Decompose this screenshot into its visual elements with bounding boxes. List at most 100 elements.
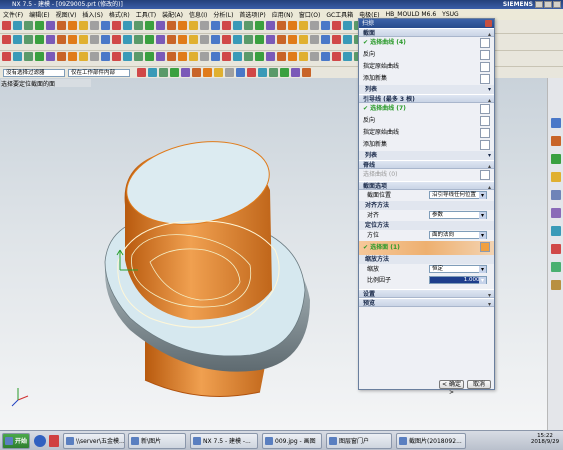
menu-item[interactable]: 装配(A) [162,10,183,19]
media-player-icon[interactable] [34,435,46,447]
section-options-header[interactable]: 截面选项 ▴ [359,181,494,191]
toolbar-tool-icon[interactable] [112,21,121,30]
menu-item[interactable]: 文件(F) [3,10,23,19]
cancel-button[interactable]: 取消 [467,380,491,389]
toolbar-tool-icon[interactable] [159,68,168,77]
toolbar-tool-icon[interactable] [148,68,157,77]
toolbar-tool-icon[interactable] [266,35,275,44]
toolbar-tool-icon[interactable] [211,52,220,61]
palette-icon[interactable] [550,154,561,164]
curve-select-icon[interactable] [480,38,490,48]
toolbar-tool-icon[interactable] [112,35,121,44]
toolbar-tool-icon[interactable] [145,21,154,30]
toolbar-tool-icon[interactable] [244,35,253,44]
guide-list-header[interactable]: 列表 ▾ [359,151,494,160]
roles-icon[interactable] [550,190,561,200]
toolbar-tool-icon[interactable] [170,68,179,77]
toolbar-tool-icon[interactable] [200,21,209,30]
toolbar-tool-icon[interactable] [266,21,275,30]
menu-item[interactable]: YSUG [442,11,459,18]
toolbar-tool-icon[interactable] [57,35,66,44]
toolbar-tool-icon[interactable] [288,52,297,61]
menu-item[interactable]: 首选项(P) [239,10,265,19]
clock-icon[interactable] [550,226,561,236]
toolbar-tool-icon[interactable] [255,35,264,44]
toolbar-tool-icon[interactable] [134,35,143,44]
toolbar-tool-icon[interactable] [192,68,201,77]
taskbar-item[interactable]: 009.jpg - 画图 [262,433,322,449]
orientation-dropdown[interactable]: 面的法向 [429,231,487,239]
toolbar-tool-icon[interactable] [211,21,220,30]
toolbar-tool-icon[interactable] [13,21,22,30]
toolbar-tool-icon[interactable] [203,68,212,77]
history-icon[interactable] [550,136,561,146]
toolbar-tool-icon[interactable] [178,21,187,30]
toolbar-tool-icon[interactable] [189,52,198,61]
toolbar-tool-icon[interactable] [156,21,165,30]
section-reverse[interactable]: 反向 [359,49,494,61]
toolbar-tool-icon[interactable] [181,68,190,77]
section-list-header[interactable]: 列表 ▾ [359,85,494,94]
spine-select-curve[interactable]: 选择曲线 (0) [359,169,494,181]
toolbar-tool-icon[interactable] [167,52,176,61]
toolbar-tool-icon[interactable] [277,52,286,61]
toolbar-tool-icon[interactable] [255,52,264,61]
ok-button[interactable]: < 确定 > [439,380,464,396]
toolbar-tool-icon[interactable] [258,68,267,77]
toolbar-tool-icon[interactable] [156,35,165,44]
toolbar-tool-icon[interactable] [321,21,330,30]
orient-select-face[interactable]: ✔ 选择面 (1) [359,241,494,255]
taskbar-item[interactable]: 新\图片 [128,433,186,449]
toolbar-tool-icon[interactable] [332,52,341,61]
taskbar-item[interactable]: NX 7.5 - 建模 -... [190,433,258,449]
maximize-button[interactable] [544,1,552,8]
toolbar-tool-icon[interactable] [101,52,110,61]
toolbar-tool-icon[interactable] [68,35,77,44]
scale-method-header[interactable]: 缩放方法 [359,255,494,264]
menu-item[interactable]: 格式(R) [109,10,130,19]
toolbar-tool-icon[interactable] [24,21,33,30]
toolbar-tool-icon[interactable] [280,68,289,77]
toolbar-tool-icon[interactable] [200,35,209,44]
add-set-icon[interactable] [480,140,490,150]
toolbar-tool-icon[interactable] [35,21,44,30]
menu-item[interactable]: GC工具箱 [326,10,353,19]
type-filter-select[interactable]: 没有选择过滤器 [3,68,65,77]
preview-header[interactable]: 预览 ▾ [359,298,494,308]
toolbar-tool-icon[interactable] [156,52,165,61]
guide-select-curve[interactable]: ✔ 选择曲线 (7) [359,103,494,115]
toolbar-tool-icon[interactable] [13,35,22,44]
toolbar-tool-icon[interactable] [277,35,286,44]
toolbar-tool-icon[interactable] [343,52,352,61]
taskbar-item[interactable]: 图层窗门户 [326,433,392,449]
toolbar-tool-icon[interactable] [269,68,278,77]
toolbar-tool-icon[interactable] [46,21,55,30]
toolbar-tool-icon[interactable] [134,21,143,30]
toolbar-tool-icon[interactable] [332,35,341,44]
dialog-close-icon[interactable] [485,20,492,27]
menu-item[interactable]: 视图(V) [56,10,77,19]
curve-select-icon[interactable] [480,170,490,180]
toolbar-tool-icon[interactable] [310,52,319,61]
toolbar-tool-icon[interactable] [57,21,66,30]
toolbar-tool-icon[interactable] [266,52,275,61]
toolbar-tool-icon[interactable] [310,21,319,30]
toolbar-tool-icon[interactable] [167,21,176,30]
toolbar-tool-icon[interactable] [255,21,264,30]
toolbar-tool-icon[interactable] [46,35,55,44]
menu-item[interactable]: 插入(S) [82,10,103,19]
toolbar-tool-icon[interactable] [137,68,146,77]
toolbar-tool-icon[interactable] [189,21,198,30]
face-select-icon[interactable] [480,242,490,252]
reverse-icon[interactable] [480,50,490,60]
origin-curve-icon[interactable] [480,62,490,72]
settings-header[interactable]: 设置 ▾ [359,289,494,299]
toolbar-tool-icon[interactable] [2,52,11,61]
menu-item[interactable]: 信息(I) [189,10,207,19]
toolbar-tool-icon[interactable] [233,21,242,30]
toolbar-tool-icon[interactable] [189,35,198,44]
toolbar-tool-icon[interactable] [90,52,99,61]
mould-wizard-icon[interactable] [550,244,561,254]
toolbar-tool-icon[interactable] [222,52,231,61]
toolbar-tool-icon[interactable] [79,21,88,30]
